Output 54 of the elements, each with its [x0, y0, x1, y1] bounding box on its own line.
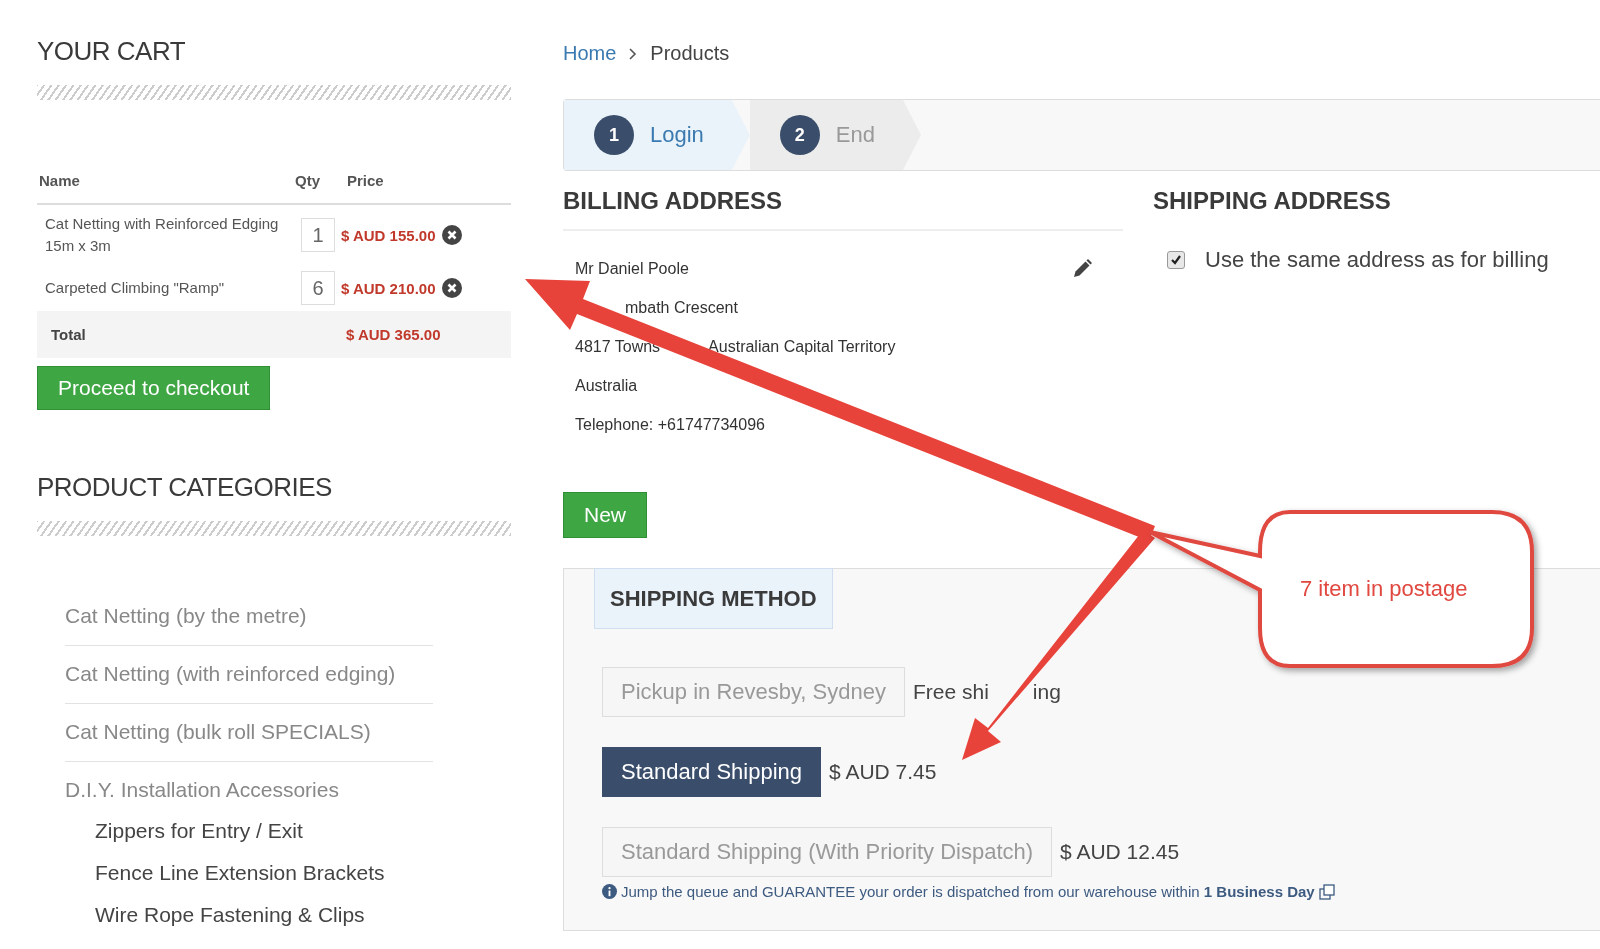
remove-icon[interactable] — [441, 278, 462, 298]
subcategory-link[interactable]: Zippers for Entry / Exit — [65, 810, 433, 852]
price: $ AUD 210.00 — [341, 279, 436, 297]
section-heading: SHIPPING ADDRESS — [1153, 187, 1392, 216]
checkout-button[interactable]: Proceed to checkout — [37, 366, 271, 410]
address-line: 4817 Towns — [575, 337, 661, 356]
category-link[interactable]: Cat Netting (with reinforced edging) — [65, 646, 433, 704]
external-link-icon[interactable] — [1318, 883, 1335, 900]
checkmark-icon — [1170, 254, 1182, 266]
checkbox[interactable] — [1167, 251, 1185, 269]
address-line: Telephone: +61747734096 — [575, 415, 765, 434]
shipping-price: $ AUD 12.45 — [1060, 840, 1180, 864]
info-icon — [602, 884, 617, 899]
address-line: Australian Capital Territory — [708, 337, 896, 356]
info-note: Jump the queue and GUARANTEE your order is dispatched from our warehouse within 1 Business Day — [621, 883, 1315, 900]
section-heading: YOUR CART — [37, 36, 187, 67]
category-link[interactable]: Cat Netting (bulk roll SPECIALS) — [65, 704, 433, 762]
shipping-price: Free shi — [912, 680, 989, 704]
product-name: Carpeted Climbing "Ramp" — [45, 278, 226, 298]
product-name: Cat Netting with Reinforced Edging 15m x 3m — [45, 214, 280, 256]
column-header: Name — [39, 172, 81, 189]
remove-icon[interactable] — [441, 225, 462, 245]
annotation-text: 7 item in postage — [1300, 576, 1468, 602]
address-line: Australia — [575, 376, 638, 395]
chevron-icon — [628, 46, 639, 61]
column-header: Qty — [295, 172, 321, 189]
category-link[interactable]: D.I.Y. Installation Accessories — [65, 762, 433, 810]
breadcrumb-link[interactable]: Products — [650, 42, 730, 65]
subcategory-link[interactable]: Wire Rope Fastening & Clips — [65, 894, 433, 936]
step-number: 2 — [779, 115, 820, 155]
edit-icon[interactable] — [1071, 257, 1093, 280]
step-number: 1 — [594, 115, 634, 155]
new-button[interactable]: New — [563, 492, 647, 538]
step-label: End — [835, 122, 875, 148]
section-heading: BILLING ADDRESS — [563, 187, 1123, 231]
category-link[interactable]: Cat Netting (by the metre) — [65, 588, 433, 646]
step-label: Login — [650, 122, 704, 148]
total-label: Total — [51, 326, 87, 343]
wizard-step[interactable]: 1 Login — [564, 100, 750, 170]
breadcrumb-link[interactable]: Home — [563, 42, 617, 65]
shipping-option[interactable]: Standard Shipping — [602, 747, 822, 797]
address-line: mbath Crescent — [625, 298, 738, 317]
column-header: Price — [347, 172, 384, 189]
shipping-price: ing — [1032, 680, 1061, 704]
price: $ AUD 155.00 — [341, 226, 436, 244]
wizard-step[interactable]: 2 End — [749, 100, 921, 170]
total-price: $ AUD 365.00 — [346, 326, 441, 343]
quantity-field[interactable]: 6 — [301, 271, 335, 305]
section-heading: PRODUCT CATEGORIES — [37, 472, 333, 503]
subcategory-link[interactable]: Fence Line Extension Brackets — [65, 852, 433, 894]
shipping-price: $ AUD 7.45 — [829, 760, 937, 784]
checkbox-label: Use the same address as for billing — [1205, 247, 1549, 273]
quantity-field[interactable]: 1 — [301, 218, 335, 252]
address-line: Mr Daniel Poole — [575, 259, 689, 278]
